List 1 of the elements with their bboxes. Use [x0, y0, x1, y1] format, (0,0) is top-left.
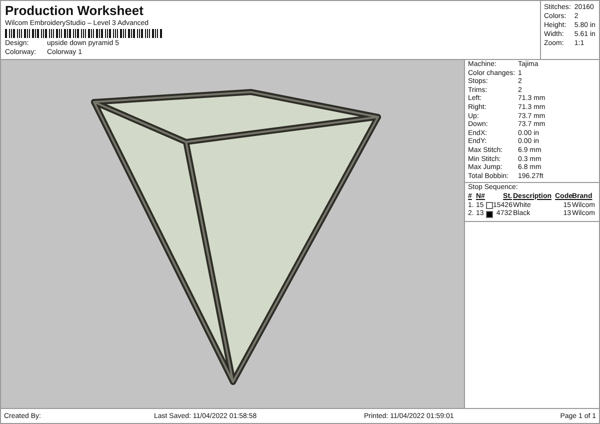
worksheet-title: Production Worksheet — [5, 3, 144, 18]
